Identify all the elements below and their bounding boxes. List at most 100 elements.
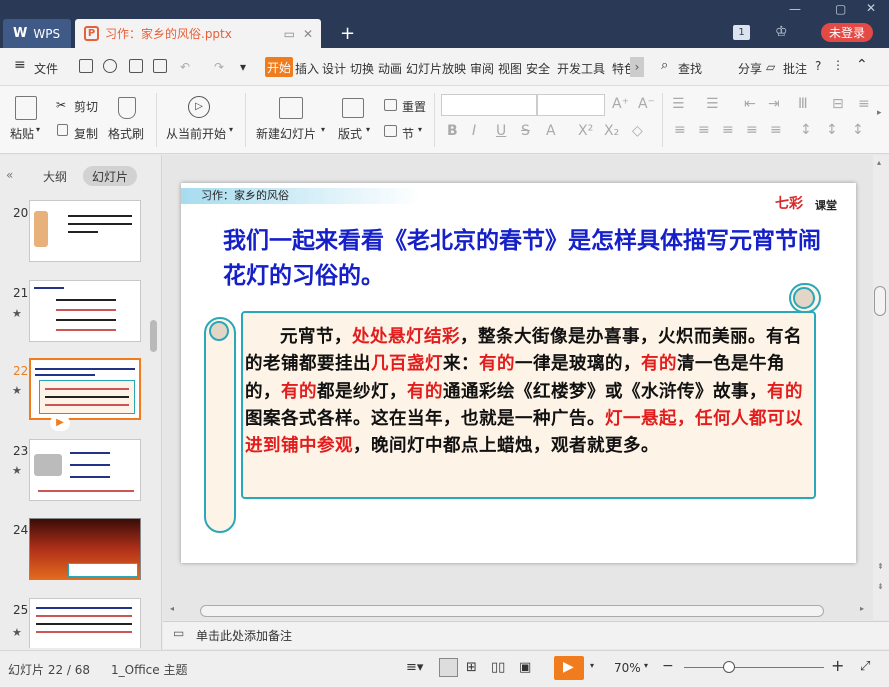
tab-review[interactable]: 审阅 xyxy=(470,60,494,77)
horizontal-scroll-thumb[interactable] xyxy=(200,605,824,617)
collapse-panel-icon[interactable]: « xyxy=(6,168,13,182)
notes-placeholder[interactable]: 单击此处添加备注 xyxy=(196,627,292,644)
copy-icon[interactable] xyxy=(57,124,68,136)
collapse-ribbon-icon[interactable]: ⌃ xyxy=(856,57,868,73)
para-spacing-icon[interactable]: ↕ xyxy=(800,122,812,138)
increase-indent-icon[interactable]: ⇥ xyxy=(768,96,780,112)
tab-developer[interactable]: 开发工具 xyxy=(557,60,605,77)
columns-icon[interactable]: ⊟ xyxy=(832,96,844,112)
strikethrough-icon[interactable]: S xyxy=(521,123,530,139)
skin-icon[interactable]: ♔ xyxy=(775,24,788,40)
play-dropdown-icon[interactable]: ▾ xyxy=(590,661,594,670)
clear-format-icon[interactable]: ◇ xyxy=(632,123,643,139)
minimize-button[interactable]: — xyxy=(789,2,801,16)
vertical-scroll-thumb[interactable] xyxy=(874,286,886,316)
normal-view-icon[interactable] xyxy=(439,658,458,677)
passage-text[interactable]: 元宵节，处处悬灯结彩，整条大街像是办喜事，火炽而美丽。有名的老铺都要挂出几百盏灯… xyxy=(245,324,813,460)
vertical-scrollbar[interactable] xyxy=(873,155,889,620)
tab-design[interactable]: 设计 xyxy=(322,60,346,77)
login-button[interactable]: 未登录 xyxy=(821,23,873,42)
maximize-button[interactable]: ▢ xyxy=(835,2,846,16)
decrease-font-icon[interactable]: A⁻ xyxy=(638,96,655,112)
hamburger-icon[interactable]: ≡ xyxy=(14,57,26,73)
tab-close-icon[interactable]: ✕ xyxy=(303,27,313,41)
distribute-icon[interactable]: ≡ xyxy=(770,122,782,138)
zoom-slider-knob[interactable] xyxy=(723,661,735,673)
tab-home[interactable]: 开始 xyxy=(265,57,293,77)
more-options-icon[interactable]: ⋮ xyxy=(832,58,844,72)
slide-heading[interactable]: 我们一起来看看《老北京的春节》是怎样具体描写元宵节闹花灯的习俗的。 xyxy=(223,223,823,293)
font-color-icon[interactable]: A xyxy=(546,123,556,139)
slide-thumbnail-23[interactable] xyxy=(29,439,141,501)
quick-access-dropdown-icon[interactable]: ▾ xyxy=(240,60,246,74)
zoom-slider[interactable] xyxy=(684,667,824,668)
tab-view[interactable]: 视图 xyxy=(498,60,522,77)
find-button[interactable]: 查找 xyxy=(678,60,702,77)
new-tab-icon[interactable]: + xyxy=(340,23,355,44)
section-button[interactable]: 节 xyxy=(402,125,414,142)
search-icon[interactable]: ⌕ xyxy=(661,58,668,73)
line-spacing-icon[interactable]: ≡ xyxy=(858,96,870,112)
font-family-combo[interactable] xyxy=(441,94,537,116)
tab-security[interactable]: 安全 xyxy=(526,60,550,77)
close-button[interactable]: ✕ xyxy=(866,1,876,15)
italic-icon[interactable]: I xyxy=(472,123,476,139)
line-spacing-2-icon[interactable]: ↕ xyxy=(826,122,838,138)
slide-thumbnail-25[interactable] xyxy=(29,598,141,648)
comment-button[interactable]: 批注 xyxy=(783,60,807,77)
fit-window-icon[interactable]: ⤢ xyxy=(860,659,870,674)
slide-thumbnail-21[interactable] xyxy=(29,280,141,342)
new-slide-button[interactable]: 新建幻灯片 xyxy=(256,125,316,142)
export-pdf-icon[interactable] xyxy=(103,59,117,73)
format-painter-button[interactable]: 格式刷 xyxy=(108,125,144,142)
save-icon[interactable] xyxy=(79,59,93,73)
window-count-badge[interactable]: 1 xyxy=(733,25,750,40)
reset-icon[interactable] xyxy=(384,99,397,111)
reading-view-icon[interactable]: ▯▯ xyxy=(491,660,505,675)
bullets-icon[interactable]: ☰ xyxy=(672,96,685,112)
zoom-dropdown-icon[interactable]: ▾ xyxy=(644,661,648,670)
tab-special[interactable]: 特色 xyxy=(612,60,630,77)
layout-dropdown-icon[interactable]: ▾ xyxy=(366,125,370,134)
scroll-right-arrow-icon[interactable]: ▸ xyxy=(860,604,864,613)
tab-slideshow[interactable]: 幻灯片放映 xyxy=(406,60,466,77)
new-slide-icon[interactable] xyxy=(279,97,303,119)
numbering-icon[interactable]: ☰ xyxy=(706,96,719,112)
wps-home-tab[interactable]: W WPS xyxy=(3,19,71,48)
scroll-up-arrow-icon[interactable]: ▴ xyxy=(877,158,881,167)
tab-transition[interactable]: 切换 xyxy=(350,60,374,77)
section-dropdown-icon[interactable]: ▾ xyxy=(418,125,422,134)
copy-button[interactable]: 复制 xyxy=(74,125,98,142)
tab-slides[interactable]: 幻灯片 xyxy=(83,166,137,186)
layout-button[interactable]: 版式 xyxy=(338,125,362,142)
prev-slide-icon[interactable]: ⇞ xyxy=(877,562,884,571)
slide-canvas[interactable]: 习作：家乡的风俗 七彩 课堂 我们一起来看看《老北京的春节》是怎样具体描写元宵节… xyxy=(181,183,856,563)
tabs-scroll-right-icon[interactable]: › xyxy=(630,57,644,77)
note-page-icon[interactable]: ▣ xyxy=(519,660,531,675)
theme-name[interactable]: 1_Office 主题 xyxy=(111,661,187,678)
help-icon[interactable]: ? xyxy=(815,59,821,73)
reset-button[interactable]: 重置 xyxy=(402,98,426,115)
play-from-current-icon[interactable]: ▷ xyxy=(188,96,210,118)
section-icon[interactable] xyxy=(384,125,397,137)
tab-animation[interactable]: 动画 xyxy=(378,60,402,77)
tab-insert[interactable]: 插入 xyxy=(295,60,319,77)
slide-thumbnail-20[interactable] xyxy=(29,200,141,262)
window-restore-icon[interactable]: ▭ xyxy=(284,27,295,41)
undo-icon[interactable]: ↶ xyxy=(180,60,190,74)
bold-icon[interactable]: B xyxy=(447,123,458,139)
notes-toggle-icon[interactable]: ≡▾ xyxy=(406,660,423,675)
thumb-play-icon[interactable]: ▶ xyxy=(50,415,70,431)
slide-thumbnail-22-selected[interactable] xyxy=(29,358,141,420)
align-right-icon[interactable]: ≡ xyxy=(722,122,734,138)
panel-scrollbar[interactable] xyxy=(150,320,157,352)
underline-icon[interactable]: U xyxy=(496,123,506,139)
decrease-indent-icon[interactable]: ⇤ xyxy=(744,96,756,112)
print-preview-icon[interactable] xyxy=(153,59,167,73)
share-button[interactable]: 分享 xyxy=(738,60,762,77)
slide-sorter-icon[interactable]: ⊞ xyxy=(466,660,477,675)
zoom-in-icon[interactable]: + xyxy=(831,656,844,675)
new-slide-dropdown-icon[interactable]: ▾ xyxy=(321,125,325,134)
slideshow-play-button[interactable]: ▶ xyxy=(554,656,584,680)
text-direction-icon[interactable]: Ⅲ xyxy=(798,96,808,112)
